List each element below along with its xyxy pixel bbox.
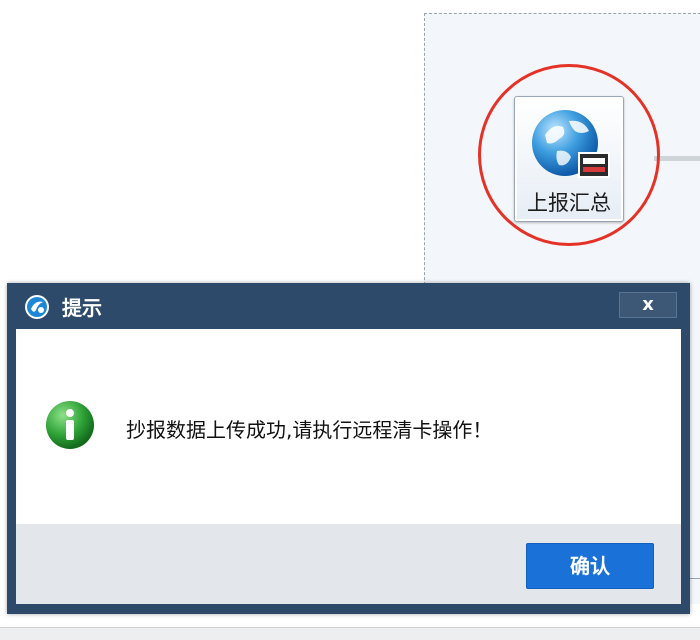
- dialog-footer: 确认: [16, 524, 681, 604]
- dialog-titlebar[interactable]: 提示 x: [7, 283, 690, 329]
- dialog-title: 提示: [62, 296, 102, 320]
- status-strip: [0, 628, 700, 640]
- dialog-body: 抄报数据上传成功,请执行远程清卡操作！: [16, 329, 681, 524]
- app-logo-icon: [25, 295, 49, 319]
- close-icon: x: [642, 294, 654, 315]
- workflow-connector: [654, 156, 700, 161]
- close-button[interactable]: x: [619, 292, 677, 318]
- dialog-message: 抄报数据上传成功,请执行远程清卡操作！: [126, 418, 493, 442]
- confirm-button[interactable]: 确认: [526, 543, 654, 589]
- highlight-circle: [478, 64, 660, 246]
- info-icon: [46, 401, 94, 449]
- prompt-dialog: 提示 x 抄报数据上传成功,请执行远程清卡操作！ 确认: [7, 283, 690, 614]
